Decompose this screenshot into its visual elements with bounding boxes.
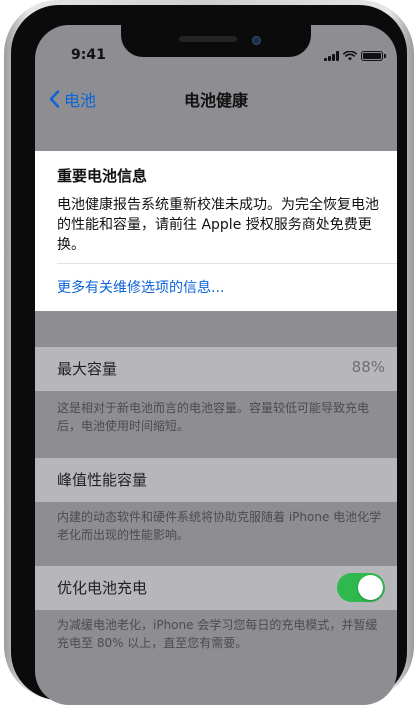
- battery-icon: [361, 51, 386, 61]
- wifi-icon: [343, 51, 357, 61]
- max-capacity-value: 88%: [351, 358, 385, 376]
- status-icons: [324, 50, 386, 62]
- toggle-knob: [358, 575, 383, 600]
- max-capacity-footnote: 这是相对于新电池而言的电池容量。容量较低可能导致充电后，电池使用时间缩短。: [57, 401, 370, 433]
- nav-bar: 电池 电池健康: [35, 81, 397, 117]
- notice-title: 重要电池信息: [57, 167, 148, 185]
- cellular-signal-icon: [324, 51, 339, 61]
- phone-bezel: 9:41 电池 电池健康 重要电池信息 电池健康报告系统重新校准未成功。为完全恢…: [11, 5, 407, 705]
- max-capacity-row: 最大容量 88%: [35, 347, 397, 391]
- notch: [121, 25, 311, 57]
- optimized-charging-toggle[interactable]: [337, 573, 385, 602]
- screen: 9:41 电池 电池健康 重要电池信息 电池健康报告系统重新校准未成功。为完全恢…: [35, 25, 397, 705]
- phone-frame: 9:41 电池 电池健康 重要电池信息 电池健康报告系统重新校准未成功。为完全恢…: [4, 0, 414, 705]
- max-capacity-label: 最大容量: [57, 360, 118, 378]
- optimized-charging-label: 优化电池充电: [57, 579, 148, 597]
- peak-performance-row: 峰值性能容量: [35, 458, 397, 502]
- page-title: 电池健康: [183, 91, 248, 110]
- speaker: [179, 36, 237, 42]
- notice-body: 电池健康报告系统重新校准未成功。为完全恢复电池的性能和容量，请前往 Apple …: [57, 197, 379, 253]
- status-time: 9:41: [71, 47, 106, 63]
- battery-notice-card: 重要电池信息 电池健康报告系统重新校准未成功。为完全恢复电池的性能和容量，请前往…: [35, 151, 397, 311]
- optimized-charging-footnote: 为减缓电池老化，iPhone 会学习您每日的充电模式，并暂缓充电至 80% 以上…: [57, 618, 378, 650]
- divider: [57, 263, 397, 264]
- service-options-link[interactable]: 更多有关维修选项的信息...: [57, 277, 224, 297]
- peak-performance-footnote: 内建的动态软件和硬件系统将协助克服随着 iPhone 电池化学老化而出现的性能影…: [57, 510, 382, 542]
- front-camera: [252, 36, 261, 45]
- peak-performance-label: 峰值性能容量: [57, 471, 148, 489]
- optimized-charging-row: 优化电池充电: [35, 566, 397, 610]
